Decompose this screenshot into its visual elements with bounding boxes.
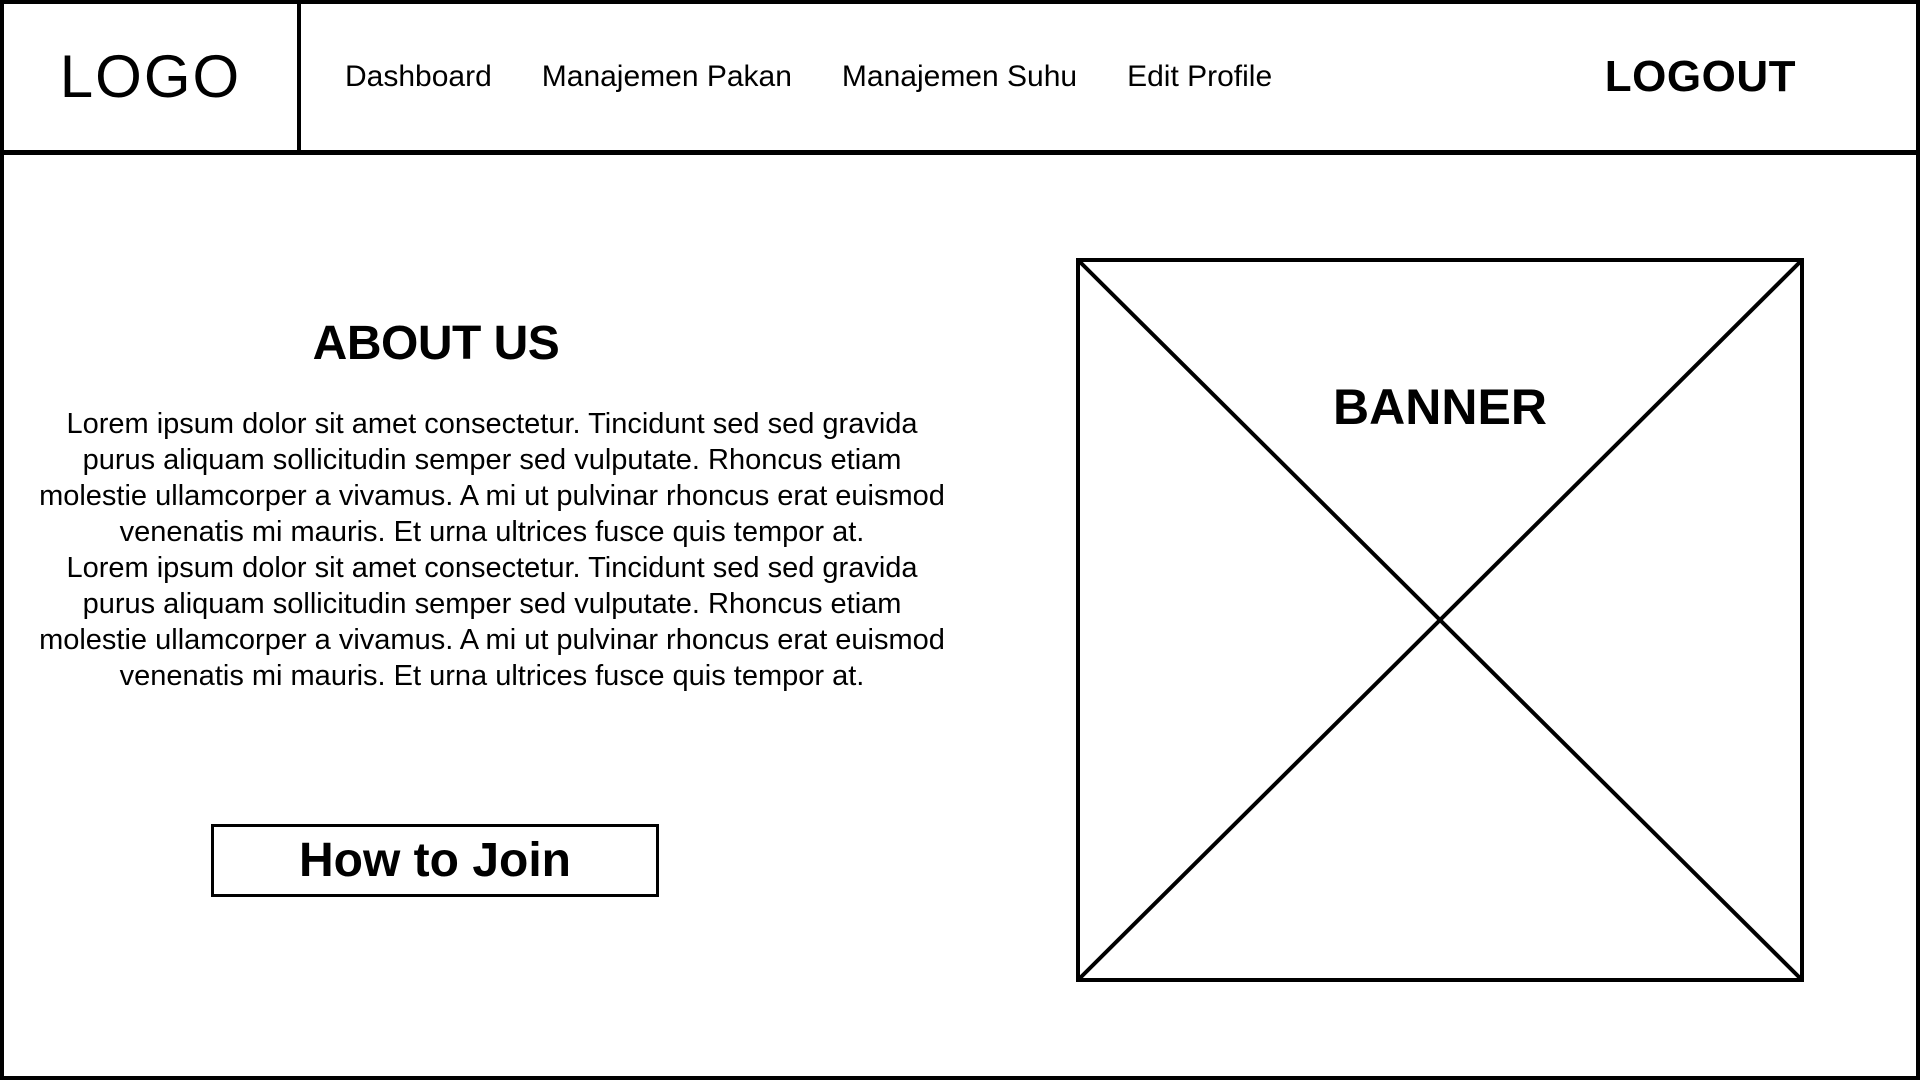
how-to-join-button[interactable]: How to Join <box>211 824 659 897</box>
about-paragraph: Lorem ipsum dolor sit amet consectetur. … <box>39 552 945 692</box>
about-title: ABOUT US <box>312 317 560 370</box>
nav-link-dashboard[interactable]: Dashboard <box>345 60 492 94</box>
banner-label: BANNER <box>1333 379 1547 435</box>
banner-placeholder: BANNER <box>1076 258 1804 982</box>
page-frame: LOGO Dashboard Manajemen Pakan Manajemen… <box>0 0 1920 1080</box>
nav-link-edit-profile[interactable]: Edit Profile <box>1127 60 1272 94</box>
nav-link-manajemen-suhu[interactable]: Manajemen Suhu <box>842 60 1077 94</box>
logout-button[interactable]: LOGOUT <box>1605 4 1796 150</box>
about-text: Lorem ipsum dolor sit amet consectetur. … <box>32 406 952 694</box>
about-paragraph: Lorem ipsum dolor sit amet consectetur. … <box>39 408 945 548</box>
top-navbar: LOGO Dashboard Manajemen Pakan Manajemen… <box>4 4 1916 155</box>
nav-menu: Dashboard Manajemen Pakan Manajemen Suhu… <box>345 4 1322 150</box>
logo-box[interactable]: LOGO <box>4 4 301 150</box>
logo: LOGO <box>59 42 242 110</box>
nav-link-manajemen-pakan[interactable]: Manajemen Pakan <box>542 60 792 94</box>
banner-placeholder-graphic <box>1076 258 1804 982</box>
